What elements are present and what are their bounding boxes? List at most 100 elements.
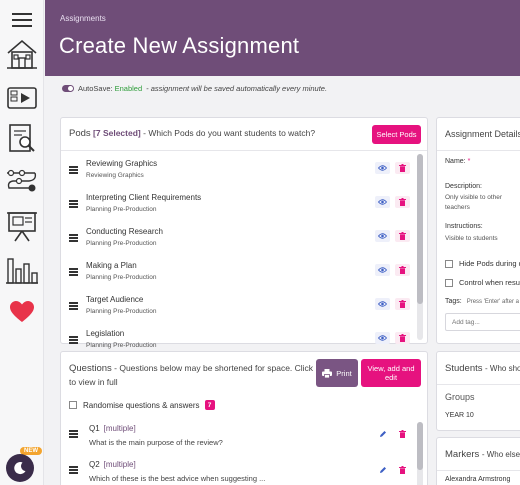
- control-results-checkbox[interactable]: [445, 278, 453, 287]
- marker-item[interactable]: Alexandra Armstrong: [445, 476, 510, 483]
- drag-handle-icon[interactable]: [69, 336, 78, 344]
- question-count-badge: 7: [204, 400, 215, 410]
- pods-scroll-thumb[interactable]: [417, 154, 423, 304]
- pathway-icon[interactable]: [4, 163, 40, 199]
- page-title: Create New Assignment: [59, 33, 300, 58]
- students-panel: Students - Who should Groups YEAR 10: [436, 351, 520, 431]
- question-title: Q2 [multiple]: [89, 460, 136, 469]
- view-pod-button[interactable]: [375, 332, 390, 344]
- delete-pod-button[interactable]: [395, 230, 410, 242]
- pods-scrollbar[interactable]: [417, 154, 423, 340]
- drag-handle-icon[interactable]: [69, 200, 78, 208]
- divider: [437, 384, 520, 385]
- view-pod-button[interactable]: [375, 162, 390, 174]
- randomise-checkbox[interactable]: [69, 401, 77, 409]
- question-row[interactable]: Q1 [multiple] What is the main purpose of …: [69, 422, 414, 456]
- question-text: Which of these is the best advice when s…: [89, 474, 266, 483]
- video-icon[interactable]: [4, 80, 40, 116]
- delete-pod-button[interactable]: [395, 196, 410, 208]
- eye-icon: [378, 233, 387, 239]
- view-add-edit-button[interactable]: View, add and edit: [361, 359, 421, 387]
- randomise-option[interactable]: Randomise questions & answers 7: [69, 400, 215, 410]
- tags-label: Tags:: [445, 298, 462, 305]
- pencil-icon: [379, 430, 387, 438]
- view-pod-button[interactable]: [375, 264, 390, 276]
- questions-scroll-thumb[interactable]: [417, 422, 423, 470]
- hide-pods-checkbox[interactable]: [445, 259, 453, 268]
- description-note-line-2: teachers: [445, 203, 470, 211]
- trash-icon: [399, 198, 406, 206]
- pod-subtitle: Planning Pre-Production: [86, 308, 157, 315]
- pod-row[interactable]: Reviewing Graphics Reviewing Graphics: [69, 156, 414, 190]
- bar-chart-icon[interactable]: [4, 251, 40, 287]
- edit-question-button[interactable]: [375, 464, 390, 476]
- pod-row[interactable]: Making a Plan Planning Pre-Production: [69, 258, 414, 292]
- delete-pod-button[interactable]: [395, 162, 410, 174]
- hide-pods-option[interactable]: Hide Pods during quiz: [445, 259, 520, 268]
- search-document-icon[interactable]: [4, 120, 40, 156]
- autosave-toggle[interactable]: [62, 85, 74, 92]
- pencil-icon: [379, 466, 387, 474]
- delete-pod-button[interactable]: [395, 298, 410, 310]
- autosave-status: AutoSave: Enabled - assignment will be s…: [62, 84, 327, 93]
- home-icon[interactable]: [4, 36, 40, 72]
- drag-handle-icon[interactable]: [69, 302, 78, 310]
- menu-icon[interactable]: [4, 2, 40, 38]
- delete-question-button[interactable]: [395, 428, 410, 440]
- question-row[interactable]: Q2 [multiple] Which of these is the best a…: [69, 458, 414, 485]
- view-pod-button[interactable]: [375, 230, 390, 242]
- drag-handle-icon[interactable]: [69, 430, 78, 438]
- view-pod-button[interactable]: [375, 196, 390, 208]
- question-number: Q1: [89, 424, 100, 433]
- pod-title: Reviewing Graphics: [86, 159, 158, 168]
- trash-icon: [399, 164, 406, 172]
- view-pod-button[interactable]: [375, 298, 390, 310]
- pod-title: Legislation: [86, 329, 125, 338]
- trash-icon: [399, 430, 406, 438]
- breadcrumb[interactable]: Assignments: [60, 14, 106, 23]
- tags-hint: Press 'Enter' after a: [466, 299, 519, 305]
- group-item[interactable]: YEAR 10: [445, 412, 474, 419]
- autosave-note: - assignment will be saved automatically…: [146, 84, 328, 93]
- markers-header: Markers - Who else: [445, 449, 520, 460]
- questions-scrollbar[interactable]: [417, 422, 423, 485]
- divider: [61, 150, 427, 151]
- page-header: Assignments Create New Assignment: [45, 0, 520, 76]
- control-results-option[interactable]: Control when results: [445, 278, 520, 287]
- pods-subtitle: - Which Pods do you want students to wat…: [143, 128, 316, 138]
- description-note-line-1: Only visible to other: [445, 194, 503, 201]
- eye-icon: [378, 335, 387, 341]
- print-button[interactable]: Print: [316, 359, 358, 387]
- presentation-icon[interactable]: [4, 208, 40, 244]
- pod-row[interactable]: Interpreting Client Requirements Planning…: [69, 190, 414, 224]
- pod-subtitle: Planning Pre-Production: [86, 240, 157, 247]
- delete-pod-button[interactable]: [395, 332, 410, 344]
- theme-toggle-button[interactable]: [6, 454, 34, 482]
- instructions-note: Visible to students: [445, 235, 498, 242]
- trash-icon: [399, 266, 406, 274]
- drag-handle-icon[interactable]: [69, 166, 78, 174]
- drag-handle-icon[interactable]: [69, 234, 78, 242]
- edit-question-button[interactable]: [375, 428, 390, 440]
- heart-icon[interactable]: [4, 294, 40, 330]
- drag-handle-icon[interactable]: [69, 466, 78, 474]
- divider: [437, 470, 520, 471]
- questions-title: Questions: [69, 363, 112, 374]
- moon-icon: [14, 462, 26, 475]
- printer-icon: [322, 368, 333, 378]
- pod-row[interactable]: Target Audience Planning Pre-Production: [69, 292, 414, 326]
- questions-panel: Questions - Questions below may be short…: [60, 351, 428, 485]
- students-header: Students - Who should: [445, 363, 520, 374]
- pods-panel: Pods [7 Selected] - Which Pods do you wa…: [60, 117, 428, 349]
- pod-row[interactable]: Conducting Research Planning Pre-Producti…: [69, 224, 414, 258]
- eye-icon: [378, 301, 387, 307]
- select-pods-button[interactable]: Select Pods: [372, 125, 421, 144]
- description-note: Only visible to other teachers: [445, 193, 502, 213]
- randomise-label: Randomise questions & answers: [83, 400, 200, 410]
- delete-question-button[interactable]: [395, 464, 410, 476]
- delete-pod-button[interactable]: [395, 264, 410, 276]
- tag-input[interactable]: [445, 313, 520, 331]
- autosave-enabled: Enabled: [114, 84, 143, 93]
- drag-handle-icon[interactable]: [69, 268, 78, 276]
- pods-header: Pods [7 Selected] - Which Pods do you wa…: [69, 128, 315, 139]
